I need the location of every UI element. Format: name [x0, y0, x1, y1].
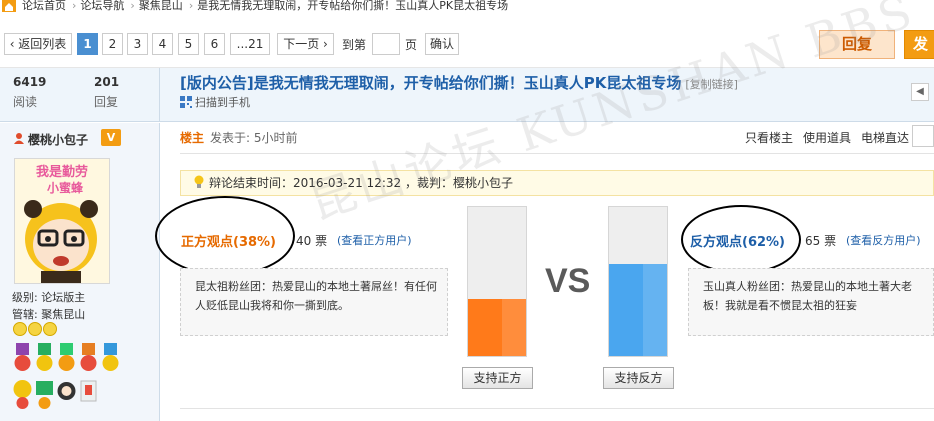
medal-icon[interactable]	[12, 343, 33, 374]
see-pro-users-link[interactable]: (查看正方用户)	[337, 232, 412, 248]
scan-to-phone[interactable]: 扫描到手机	[180, 94, 250, 110]
con-votes: 65 票	[805, 234, 837, 248]
support-pro-button[interactable]: 支持正方	[462, 367, 533, 389]
con-side-label: 反方观点(62%)	[690, 235, 785, 250]
user-icon	[14, 133, 24, 144]
con-view: 玉山真人粉丝团：热爱昆山的本地土著大老板！我就是看不惯昆太祖的狂妄	[688, 268, 934, 336]
con-vote-bar	[608, 206, 668, 357]
support-con-button[interactable]: 支持反方	[603, 367, 674, 389]
replies-count: 201	[94, 75, 120, 89]
jump-prefix: 到第	[342, 38, 367, 52]
page-button-1[interactable]: 1	[77, 33, 98, 55]
page-button-2[interactable]: 2	[102, 33, 123, 55]
divider	[180, 408, 934, 409]
post-time: 发表于: 5小时前	[210, 131, 298, 145]
smile-icon	[13, 322, 27, 336]
smile-icon	[28, 322, 42, 336]
medal-icon[interactable]	[100, 343, 121, 374]
next-page-button[interactable]: 下一页 ›	[277, 33, 334, 55]
avatar[interactable]: 我是勤劳 小蜜蜂	[14, 158, 110, 284]
smile-icon	[43, 322, 57, 336]
post-tools: 只看楼主 使用道具 电梯直达	[745, 129, 919, 146]
see-con-users-link[interactable]: (查看反方用户)	[846, 232, 921, 248]
replies-label: 回复	[94, 95, 119, 109]
back-to-list-button[interactable]: ‹ 返回列表	[4, 33, 72, 55]
con-vote-fill	[609, 264, 667, 356]
svg-text:小蜜蜂: 小蜜蜂	[47, 180, 84, 195]
page-button-4[interactable]: 4	[152, 33, 173, 55]
owner-label: 楼主	[180, 131, 205, 145]
medal-icon[interactable]	[12, 379, 33, 410]
author-level: 级别: 论坛版主	[12, 291, 86, 304]
medal-icon[interactable]	[78, 343, 99, 374]
collapse-sidebar-icon[interactable]: ◀	[911, 83, 929, 101]
jump-floor-link[interactable]: 电梯直达	[861, 131, 909, 145]
author-manage: 管辖: 聚焦昆山	[12, 308, 86, 321]
only-owner-link[interactable]: 只看楼主	[745, 131, 793, 145]
views-label: 阅读	[13, 95, 38, 109]
svg-text:我是勤劳: 我是勤劳	[36, 164, 88, 180]
medal-list	[12, 343, 132, 415]
jump-confirm-button[interactable]: 确认	[425, 33, 459, 55]
debate-info: 辩论结束时间：2016-03-21 12:32 ，裁判：樱桃小包子	[180, 170, 934, 196]
vs-label: VS	[545, 262, 591, 300]
pro-view: 昆太祖粉丝团：热爱昆山的本地土著屌丝！有任何人贬低昆山我将和你一撕到底。	[180, 268, 448, 336]
floor-input[interactable]	[912, 125, 934, 147]
medal-icon[interactable]	[56, 379, 77, 410]
page-button-last[interactable]: ...21	[230, 33, 270, 55]
breadcrumb-item-board[interactable]: 聚焦昆山	[139, 0, 183, 12]
jump-suffix: 页	[405, 38, 418, 52]
medal-icon[interactable]	[34, 379, 55, 410]
lightbulb-icon	[194, 175, 204, 188]
pro-vote-bar	[467, 206, 527, 357]
breadcrumb-item-home[interactable]: 论坛首页	[22, 0, 66, 12]
breadcrumb-item-thread: 是我无情我无理取闹，开专帖给你们撕！玉山真人PK昆太祖专场	[197, 0, 509, 12]
pro-side-label: 正方观点(38%)	[181, 235, 276, 250]
qr-code-icon	[180, 96, 192, 108]
rank-icons	[13, 322, 58, 339]
verified-badge: V	[101, 129, 121, 146]
page-button-5[interactable]: 5	[178, 33, 199, 55]
views-count: 6419	[13, 75, 47, 89]
author-panel: 樱桃小包子 V 我是勤劳 小蜜蜂 级别: 论坛版主 管辖: 聚焦昆山	[0, 123, 160, 421]
page-button-3[interactable]: 3	[127, 33, 148, 55]
medal-icon[interactable]	[56, 343, 77, 374]
medal-icon[interactable]	[78, 379, 99, 410]
author-name[interactable]: 樱桃小包子	[28, 131, 88, 148]
use-item-link[interactable]: 使用道具	[803, 131, 851, 145]
page-button-6[interactable]: 6	[204, 33, 225, 55]
forum-thread-page: 论坛首页 › 论坛导航 › 聚焦昆山 › 是我无情我无理取闹，开专帖给你们撕！玉山真人PK昆…	[0, 0, 934, 421]
page-jump-input[interactable]	[372, 33, 400, 55]
home-icon[interactable]	[2, 0, 16, 12]
pro-vote-fill	[468, 299, 526, 356]
thread-stats: 6419 阅读 201 回复	[0, 68, 160, 122]
post-meta: 楼主 发表于: 5小时前	[180, 129, 298, 146]
breadcrumb-item-nav[interactable]: 论坛导航	[80, 0, 124, 12]
pro-votes: 40 票	[296, 234, 328, 248]
bee-avatar-icon: 我是勤劳 小蜜蜂	[15, 159, 109, 283]
medal-icon[interactable]	[34, 343, 55, 374]
